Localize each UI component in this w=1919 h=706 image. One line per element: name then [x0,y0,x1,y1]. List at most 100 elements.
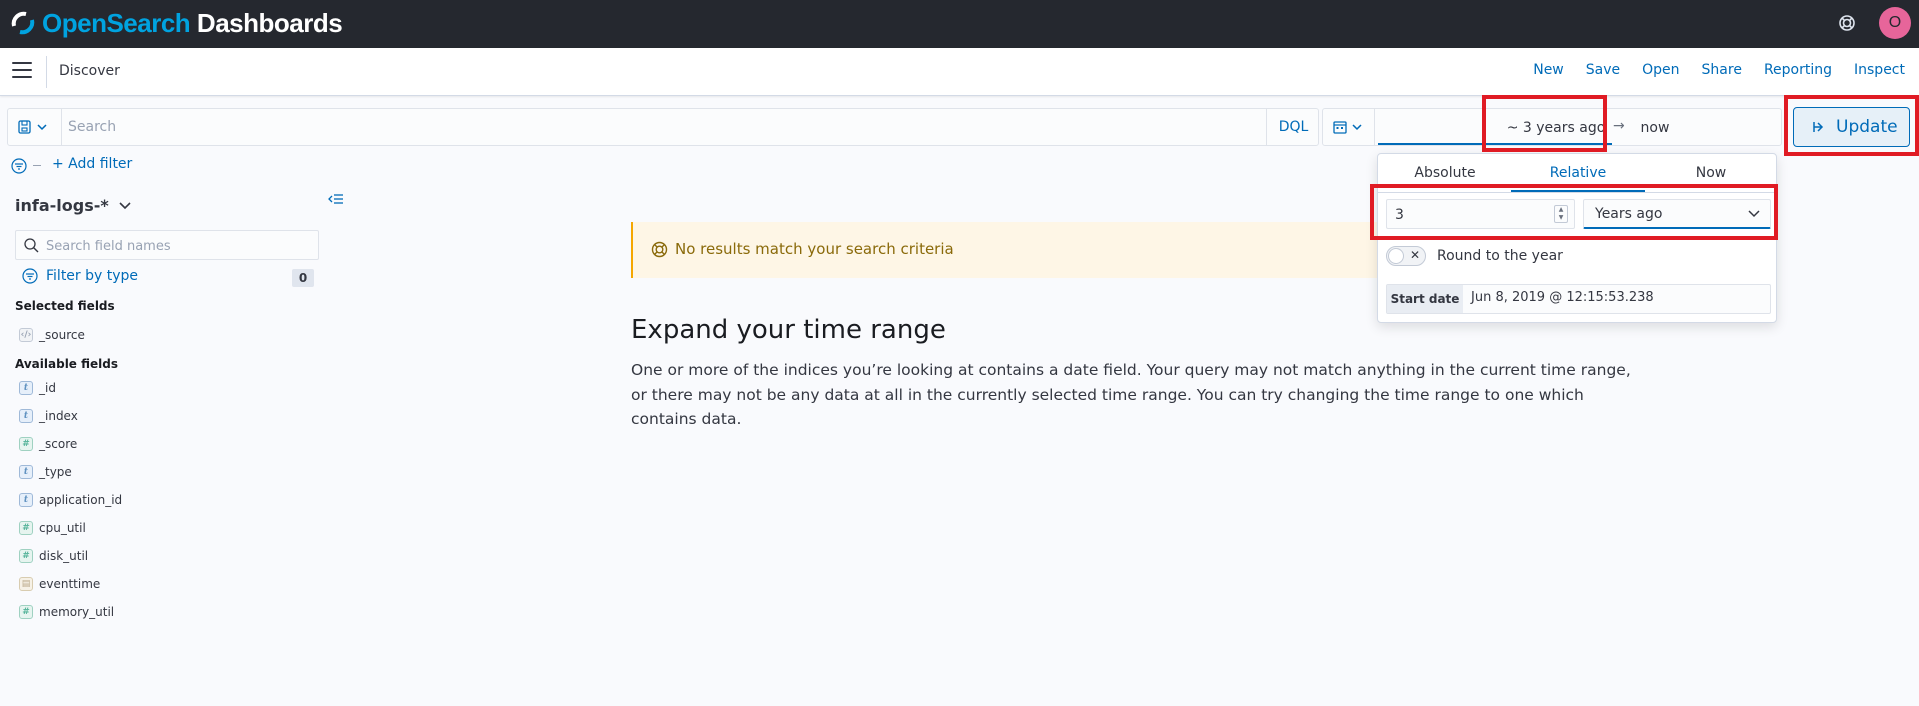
saved-queries-button[interactable] [8,109,62,145]
help-icon[interactable] [1836,12,1858,34]
field-item-cpu-util[interactable]: # cpu_util [19,518,86,538]
tab-absolute[interactable]: Absolute [1378,165,1512,181]
app-header: Discover New Save Open Share Reporting I… [0,48,1919,96]
open-button[interactable]: Open [1642,62,1679,78]
start-date-value[interactable]: Jun 8, 2019 @ 12:15:53.238 [1471,290,1654,305]
reporting-button[interactable]: Reporting [1764,62,1832,78]
add-filter-button[interactable]: + Add filter [52,156,132,172]
update-button[interactable]: Update [1793,107,1910,147]
filter-by-type-button[interactable]: Filter by type [22,268,138,284]
new-button[interactable]: New [1533,62,1564,78]
field-search-box [15,230,319,260]
start-date-field: Start date Jun 8, 2019 @ 12:15:53.238 [1386,284,1771,314]
field-item-memory-util[interactable]: # memory_util [19,602,114,622]
refresh-icon [1813,122,1824,132]
logo-open-text: Open [42,7,107,38]
number-type-icon: # [19,605,33,619]
relative-amount-input[interactable] [1395,205,1545,225]
save-button[interactable]: Save [1586,62,1620,78]
filter-options-icon[interactable] [11,158,27,174]
chevron-down-icon [1748,210,1760,218]
filter-divider [33,165,41,166]
tab-now[interactable]: Now [1644,165,1778,181]
field-item-id[interactable]: t _id [19,378,56,398]
relative-amount-field: ▲▼ [1386,199,1575,229]
arrow-right-icon: → [1613,118,1625,134]
field-name: _id [39,381,56,395]
query-bar: DQL [7,108,1319,146]
source-type-icon: ‹/› [19,328,33,342]
field-search-input[interactable] [46,236,306,256]
string-type-icon: t [19,409,33,423]
top-nav-menu: New Save Open Share Reporting Inspect [1511,62,1905,78]
field-name: _score [39,437,78,451]
tabs-divider [1378,192,1778,193]
number-type-icon: # [19,549,33,563]
opensearch-logo-icon [11,11,35,35]
chevron-down-icon [119,201,131,209]
hamburger-menu-icon[interactable] [12,62,32,80]
date-type-icon: ▤ [19,577,33,591]
start-date-underline [1378,143,1612,145]
start-date-label: Start date [1387,285,1463,313]
relative-unit-select[interactable]: Years ago [1583,199,1771,229]
inspect-button[interactable]: Inspect [1854,62,1905,78]
index-pattern-selector[interactable]: infa-logs-* [15,196,131,215]
field-item-type[interactable]: t _type [19,462,72,482]
close-icon: ✕ [1410,248,1421,262]
field-item-disk-util[interactable]: # disk_util [19,546,88,566]
field-name: cpu_util [39,521,86,535]
field-item-source[interactable]: ‹/› _source [19,325,85,345]
saved-query-icon [18,120,47,134]
field-item-index[interactable]: t _index [19,406,78,426]
field-item-score[interactable]: # _score [19,434,77,454]
field-item-eventtime[interactable]: ▤ eventtime [19,574,100,594]
share-button[interactable]: Share [1702,62,1742,78]
available-fields-title: Available fields [15,357,119,371]
field-name: _type [39,465,72,479]
help-icon [651,241,668,258]
filter-by-type-label: Filter by type [46,268,139,284]
round-toggle[interactable]: ✕ [1386,246,1426,266]
search-icon [24,238,39,253]
quick-select-button[interactable] [1323,109,1375,145]
user-avatar[interactable]: O [1879,7,1911,39]
expand-time-range-title: Expand your time range [631,315,946,345]
string-type-icon: t [19,381,33,395]
number-stepper[interactable]: ▲ ▼ [1554,205,1568,223]
logo-dashboards-text: Dashboards [190,7,343,38]
filter-count-badge: 0 [292,269,314,287]
header-divider [46,56,47,88]
round-toggle-label: Round to the year [1437,248,1563,264]
field-name: disk_util [39,549,89,563]
number-type-icon: # [19,437,33,451]
end-date-button[interactable]: now [1625,114,1685,142]
field-name: eventtime [39,577,101,591]
field-name: application_id [39,493,123,507]
calendar-icon [1333,121,1362,134]
active-tab-indicator [1511,190,1645,192]
number-type-icon: # [19,521,33,535]
field-item-application-id[interactable]: t application_id [19,490,122,510]
index-pattern-label: infa-logs-* [15,196,109,215]
collapse-sidebar-icon[interactable] [328,191,344,207]
toggle-knob [1388,248,1404,264]
tab-relative[interactable]: Relative [1511,165,1645,181]
callout-message: No results match your search criteria [675,240,954,258]
relative-unit-value: Years ago [1595,206,1663,222]
field-name: _source [39,328,85,342]
filter-icon [22,268,38,284]
breadcrumb-discover: Discover [59,63,120,79]
string-type-icon: t [19,465,33,479]
no-results-callout: No results match your search criteria [631,222,1377,278]
start-date-button[interactable]: ~ 3 years ago [1501,114,1611,142]
opensearch-logo[interactable]: OpenSearch Dashboards [10,7,343,38]
search-input[interactable] [68,115,1068,139]
query-language-button[interactable]: DQL [1266,109,1320,145]
string-type-icon: t [19,493,33,507]
selected-fields-title: Selected fields [15,299,115,313]
logo-search-text: Search [106,7,191,38]
start-date-popover: Absolute Relative Now ▲▼ Years ago ✕ Rou… [1377,153,1778,323]
expand-time-range-body: One or more of the indices you’re lookin… [631,361,1631,428]
date-picker: ~ 3 years ago → now [1322,108,1782,146]
